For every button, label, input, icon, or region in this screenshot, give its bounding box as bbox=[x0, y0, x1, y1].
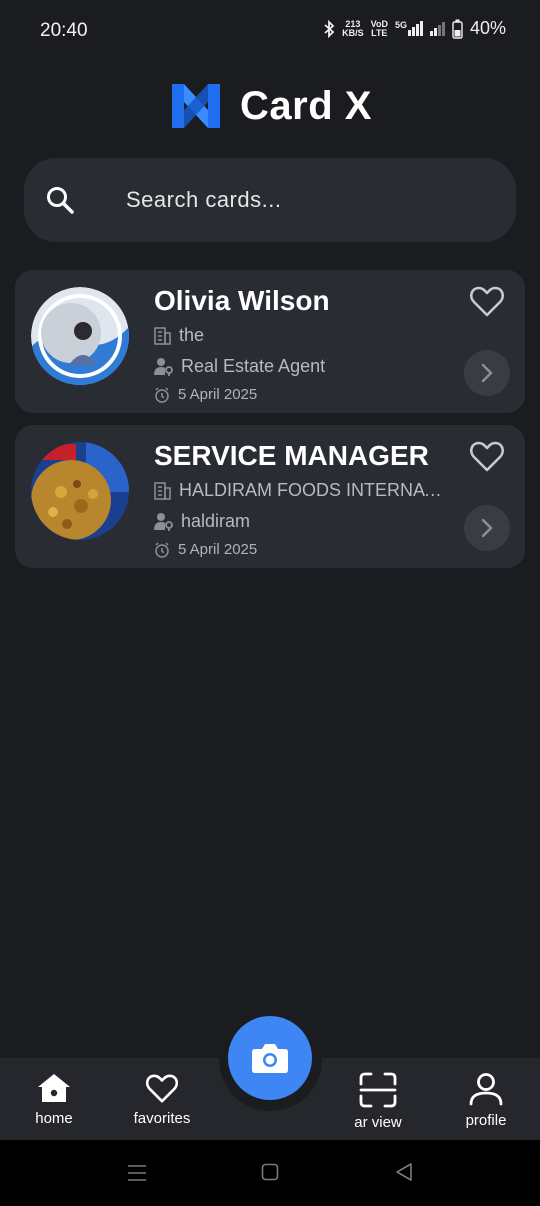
person-icon bbox=[469, 1073, 503, 1106]
bluetooth-icon bbox=[324, 19, 335, 38]
nav-home[interactable]: home bbox=[4, 1072, 104, 1127]
card-role-row: haldiram bbox=[154, 511, 250, 532]
card-company: HALDIRAM FOODS INTERNATIONAL bbox=[179, 480, 447, 500]
card-role: Real Estate Agent bbox=[181, 356, 326, 376]
status-icons: 213 KB/S VoD LTE 5G 40% bbox=[323, 18, 506, 39]
card-date-row: 5 April 2025 bbox=[154, 386, 257, 403]
camera-icon bbox=[252, 1044, 288, 1073]
nav-label: favorites bbox=[133, 1110, 191, 1127]
menu-icon[interactable] bbox=[127, 1163, 147, 1183]
card-name: Olivia Wilson bbox=[154, 285, 330, 316]
card-company-row: the bbox=[154, 325, 204, 346]
scan-card-button[interactable] bbox=[228, 1016, 312, 1100]
card-name: SERVICE MANAGER bbox=[154, 440, 429, 471]
home-icon bbox=[38, 1074, 70, 1102]
chevron-right-icon bbox=[481, 518, 493, 538]
system-nav-bar bbox=[0, 1140, 540, 1206]
building-icon bbox=[154, 326, 171, 345]
card-company: the bbox=[179, 325, 205, 345]
nav-label: profile bbox=[465, 1112, 507, 1129]
battery-percent: 40% bbox=[469, 18, 506, 38]
app-header: Card X bbox=[0, 78, 540, 134]
building-icon bbox=[154, 481, 171, 500]
heart-icon[interactable] bbox=[469, 439, 505, 473]
status-bar: 20:40 213 KB/S VoD LTE 5G 40% bbox=[0, 0, 540, 62]
heart-icon[interactable] bbox=[469, 284, 505, 318]
person-pin-icon bbox=[154, 513, 173, 531]
alarm-clock-icon bbox=[155, 386, 169, 403]
card-date: 5 April 2025 bbox=[178, 386, 258, 403]
home-button-icon[interactable] bbox=[261, 1163, 279, 1181]
open-card-button[interactable] bbox=[464, 350, 510, 396]
nav-ar-view[interactable]: ar view bbox=[328, 1072, 428, 1131]
chevron-right-icon bbox=[481, 363, 493, 383]
open-card-button[interactable] bbox=[464, 505, 510, 551]
nav-profile[interactable]: profile bbox=[436, 1072, 536, 1129]
net-speed: 213 KB/S bbox=[342, 18, 364, 38]
card-x-logo-icon bbox=[172, 84, 221, 128]
battery-icon bbox=[452, 19, 463, 39]
card-date: 5 April 2025 bbox=[178, 541, 258, 558]
nav-favorites[interactable]: favorites bbox=[112, 1072, 212, 1127]
avatar bbox=[31, 287, 129, 385]
contact-card[interactable]: Olivia Wilson the Real Estate Agent 5 Ap… bbox=[15, 270, 525, 413]
card-date-row: 5 April 2025 bbox=[154, 541, 257, 558]
card-company-row: HALDIRAM FOODS INTERNATIONAL bbox=[154, 480, 447, 501]
search-bar[interactable] bbox=[24, 158, 516, 242]
signal-icon bbox=[429, 21, 445, 36]
app-title: Card X bbox=[240, 83, 372, 128]
nav-label: home bbox=[35, 1110, 73, 1127]
search-input[interactable] bbox=[126, 158, 486, 242]
card-role-row: Real Estate Agent bbox=[154, 356, 325, 377]
avatar bbox=[31, 442, 129, 540]
card-role: haldiram bbox=[181, 511, 251, 531]
scan-frame-icon bbox=[359, 1072, 397, 1108]
back-icon[interactable] bbox=[394, 1162, 414, 1182]
signal-5g-icon: 5G bbox=[395, 21, 423, 36]
nav-label: ar view bbox=[354, 1114, 402, 1131]
fab-notch bbox=[219, 1008, 322, 1111]
person-pin-icon bbox=[154, 358, 173, 376]
status-time: 20:40 bbox=[40, 20, 88, 41]
contact-card[interactable]: SERVICE MANAGER HALDIRAM FOODS INTERNATI… bbox=[15, 425, 525, 568]
alarm-clock-icon bbox=[155, 541, 169, 558]
heart-icon bbox=[145, 1074, 179, 1103]
search-icon bbox=[47, 187, 74, 214]
volte-indicator: VoD LTE bbox=[370, 18, 388, 38]
